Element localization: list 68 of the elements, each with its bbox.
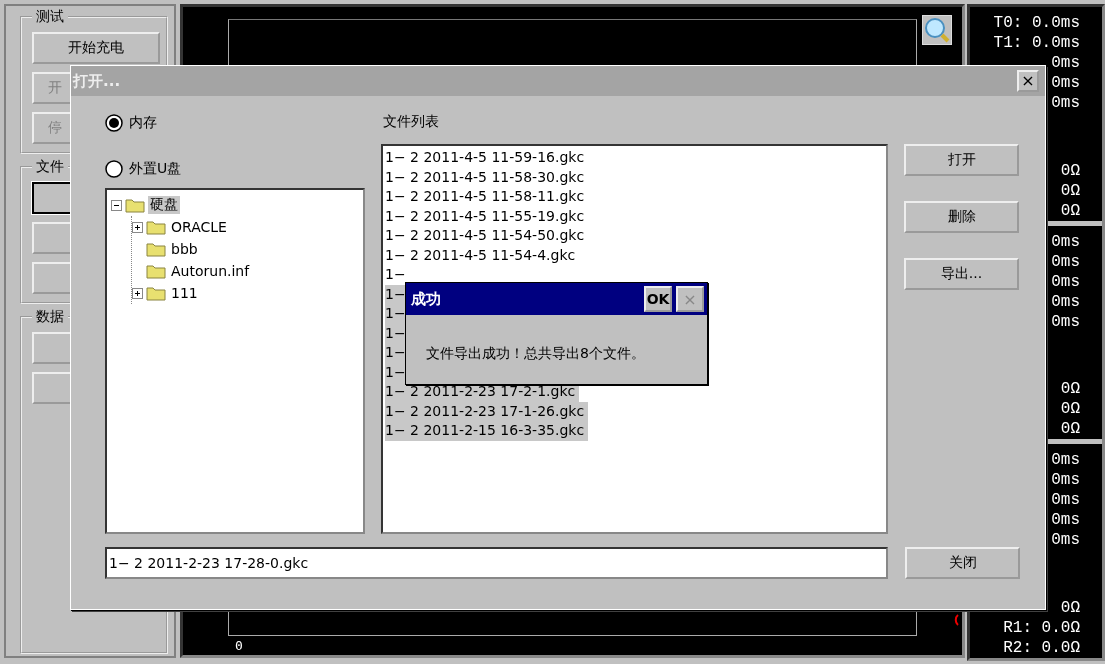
file-item[interactable]: 1− 2 2011-2-23 17-1-26.gkc <box>385 401 589 421</box>
file-item[interactable]: 1− 2 2011-4-5 11-58-30.gkc <box>385 167 589 187</box>
resistance-readout: 0Ω <box>1060 200 1080 221</box>
expand-toggle-icon[interactable] <box>132 221 143 233</box>
group-title: 测试 <box>35 8 65 26</box>
file-list-label: 文件列表 <box>383 113 440 131</box>
filename-field[interactable]: 1− 2 2011-2-23 17-28-0.gkc <box>105 547 888 579</box>
resistance-readout: R1: 0.0Ω <box>1003 618 1080 638</box>
ok-button[interactable]: OK <box>644 286 672 312</box>
message-text: 文件导出成功！总共导出8个文件。 <box>426 345 646 363</box>
resistance-readout: 0Ω <box>1060 419 1080 440</box>
time-readout: 0ms <box>1051 450 1080 471</box>
time-readout: 0ms <box>1051 291 1080 312</box>
magnifier-icon <box>924 17 950 43</box>
resistance-readout: 0Ω <box>1060 379 1080 400</box>
file-item[interactable]: 1− 2 2011-4-5 11-54-50.gkc <box>385 226 589 246</box>
side-button[interactable]: 开始充电 <box>32 32 160 64</box>
resistance-readout: 0Ω <box>1060 598 1080 618</box>
folder-icon <box>146 241 166 257</box>
folder-icon <box>146 285 166 301</box>
expand-toggle-icon[interactable] <box>132 287 143 299</box>
radio-label[interactable]: 外置U盘 <box>129 160 182 178</box>
folder-icon <box>146 263 166 279</box>
action-button[interactable]: 导出... <box>904 258 1019 290</box>
time-readout: T1: 0.0ms <box>993 33 1080 53</box>
zoom-button[interactable] <box>922 15 952 45</box>
file-item[interactable]: 1− 2 2011-4-5 11-55-19.gkc <box>385 206 589 226</box>
collapse-toggle-icon[interactable] <box>111 199 122 211</box>
file-item[interactable]: 1− 2 2011-4-5 11-54-4.gkc <box>385 245 580 265</box>
group-title: 文件 <box>35 158 65 176</box>
resistance-readout: 0Ω <box>1060 399 1080 420</box>
time-readout: 0ms <box>1051 73 1080 93</box>
file-item[interactable]: 1− <box>385 265 410 285</box>
folder-icon <box>146 219 166 235</box>
tree-item[interactable]: 硬盘 <box>148 196 180 214</box>
file-item[interactable]: 1− 2 2011-4-5 11-58-11.gkc <box>385 187 589 207</box>
time-readout: 0ms <box>1051 470 1080 491</box>
tree-item[interactable]: Autorun.inf <box>169 263 252 279</box>
time-readout: 0ms <box>1051 53 1080 73</box>
time-readout: 0ms <box>1051 510 1080 531</box>
axis-label: 0 <box>235 638 244 653</box>
tree-item[interactable]: 111 <box>169 285 200 301</box>
file-item[interactable]: 1− 2 2011-4-5 11-59-16.gkc <box>385 148 589 168</box>
time-readout: 0ms <box>1051 271 1080 292</box>
resistance-readout: 0Ω <box>1060 160 1080 181</box>
resistance-readout: R2: 0.0Ω <box>1003 638 1080 658</box>
action-button[interactable]: 打开 <box>904 144 1019 176</box>
group-title: 数据 <box>35 308 65 326</box>
folder-icon <box>125 197 145 213</box>
message-title: 成功 <box>411 289 442 309</box>
radio-button[interactable] <box>105 160 123 178</box>
time-readout: 0ms <box>1051 93 1080 113</box>
close-dialog-button[interactable]: 关闭 <box>905 547 1020 579</box>
file-item[interactable]: 1− 2 2011-2-15 16-3-35.gkc <box>385 421 589 441</box>
time-readout: 0ms <box>1051 530 1080 551</box>
time-readout: 0ms <box>1051 231 1080 252</box>
time-readout: 0ms <box>1051 490 1080 511</box>
tree-item[interactable]: ORACLE <box>169 219 229 235</box>
dialog-title: 打开... <box>73 71 121 91</box>
time-readout: T0: 0.0ms <box>993 13 1080 33</box>
radio-button[interactable] <box>105 114 123 132</box>
close-button[interactable]: × <box>1017 70 1039 92</box>
time-readout: 0ms <box>1051 251 1080 272</box>
resistance-readout: 0Ω <box>1060 180 1080 201</box>
time-readout: 0ms <box>1051 311 1080 332</box>
action-button[interactable]: 删除 <box>904 201 1019 233</box>
radio-label[interactable]: 内存 <box>129 114 157 132</box>
tree-item[interactable]: bbb <box>169 241 200 257</box>
